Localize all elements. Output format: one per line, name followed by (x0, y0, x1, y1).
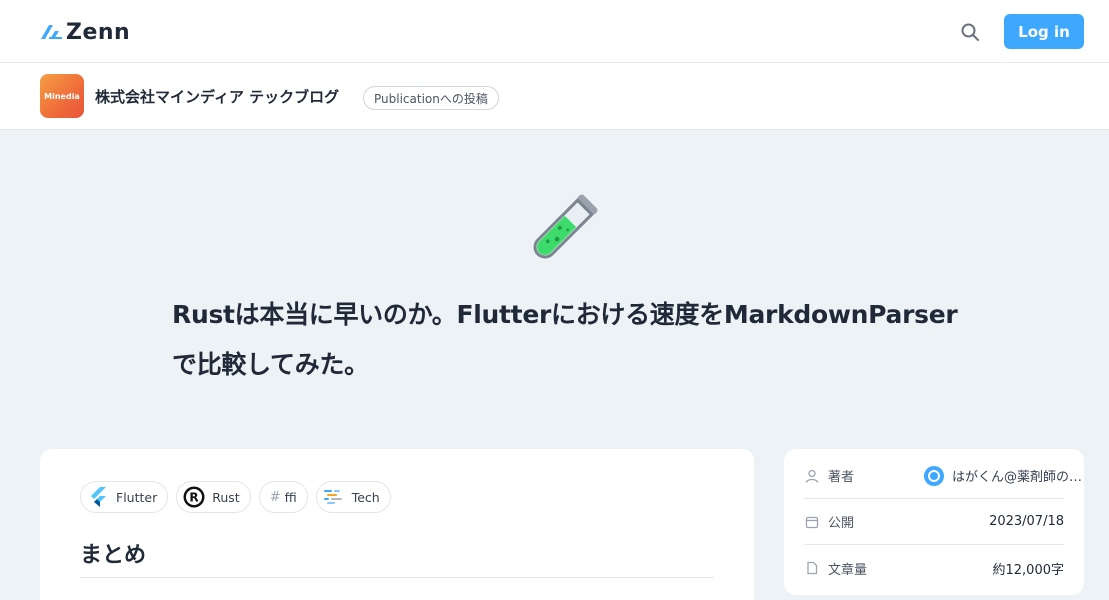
author-name: はがくん@薬剤師の… (952, 470, 1083, 485)
author-avatar (924, 465, 944, 486)
author-label: 著者 (828, 470, 855, 485)
zenn-logo-icon (41, 25, 62, 39)
rust-icon: R (182, 485, 206, 509)
section-heading: まとめ (80, 543, 147, 568)
publication-name[interactable]: 株式会社マインディア テックブログ (95, 86, 339, 107)
user-icon (804, 468, 820, 484)
article-body: Flutter R Rust # ffi Tech まとめ (40, 449, 754, 600)
article-title-line2: で比較してみた。 (172, 350, 369, 379)
tech-icon (322, 485, 346, 509)
flutter-icon (86, 485, 110, 509)
topic-ffi[interactable]: # ffi (258, 481, 308, 513)
publication-avatar-text: Minedia (44, 91, 80, 101)
search-button[interactable] (956, 18, 984, 46)
document-icon (804, 560, 820, 576)
wordcount-row: 文章量 約12,000字 (804, 545, 1064, 591)
topic-flutter[interactable]: Flutter (80, 481, 169, 513)
publication-bar: Minedia 株式会社マインディア テックブログ Publicationへの投… (0, 63, 1109, 130)
logo-text: Zenn (66, 19, 131, 45)
hash-icon: # (269, 489, 281, 505)
topic-list: Flutter R Rust # ffi Tech (80, 481, 391, 513)
topic-tech[interactable]: Tech (315, 481, 391, 513)
publication-avatar[interactable]: Minedia (40, 74, 84, 118)
site-header: Zenn Log in (0, 0, 1109, 63)
author-row: 著者 はがくん@薬剤師の… (804, 453, 1082, 499)
published-date: 2023/07/18 (989, 514, 1064, 529)
section-divider (80, 577, 714, 578)
topic-rust[interactable]: R Rust (176, 481, 251, 513)
article-title: Rustは本当に早いのか。Flutterにおける速度をMarkdownParse… (172, 290, 962, 390)
published-label: 公開 (828, 516, 855, 531)
svg-text:R: R (190, 491, 199, 505)
published-row: 公開 2023/07/18 (804, 499, 1064, 545)
article-info-sidebar: 著者 はがくん@薬剤師の… 公開 2023/07/18 文章量 約12,000字 (784, 449, 1084, 595)
author-link[interactable]: はがくん@薬剤師の… (924, 465, 1083, 486)
article-title-line1: Rustは本当に早いのか。Flutterにおける速度をMarkdownParse… (172, 300, 958, 329)
zenn-logo[interactable]: Zenn (40, 19, 130, 45)
wordcount-label: 文章量 (828, 562, 868, 578)
search-icon (961, 23, 979, 41)
topic-label: Flutter (116, 489, 158, 505)
login-button[interactable]: Log in (1004, 14, 1084, 49)
publication-badge: Publicationへの投稿 (363, 86, 499, 110)
topic-label: Tech (351, 489, 380, 505)
topic-label: Rust (212, 489, 240, 505)
test-tube-icon (520, 188, 604, 272)
calendar-icon (804, 514, 820, 530)
topic-label: ffi (284, 489, 297, 505)
wordcount-value: 約12,000字 (992, 562, 1065, 578)
